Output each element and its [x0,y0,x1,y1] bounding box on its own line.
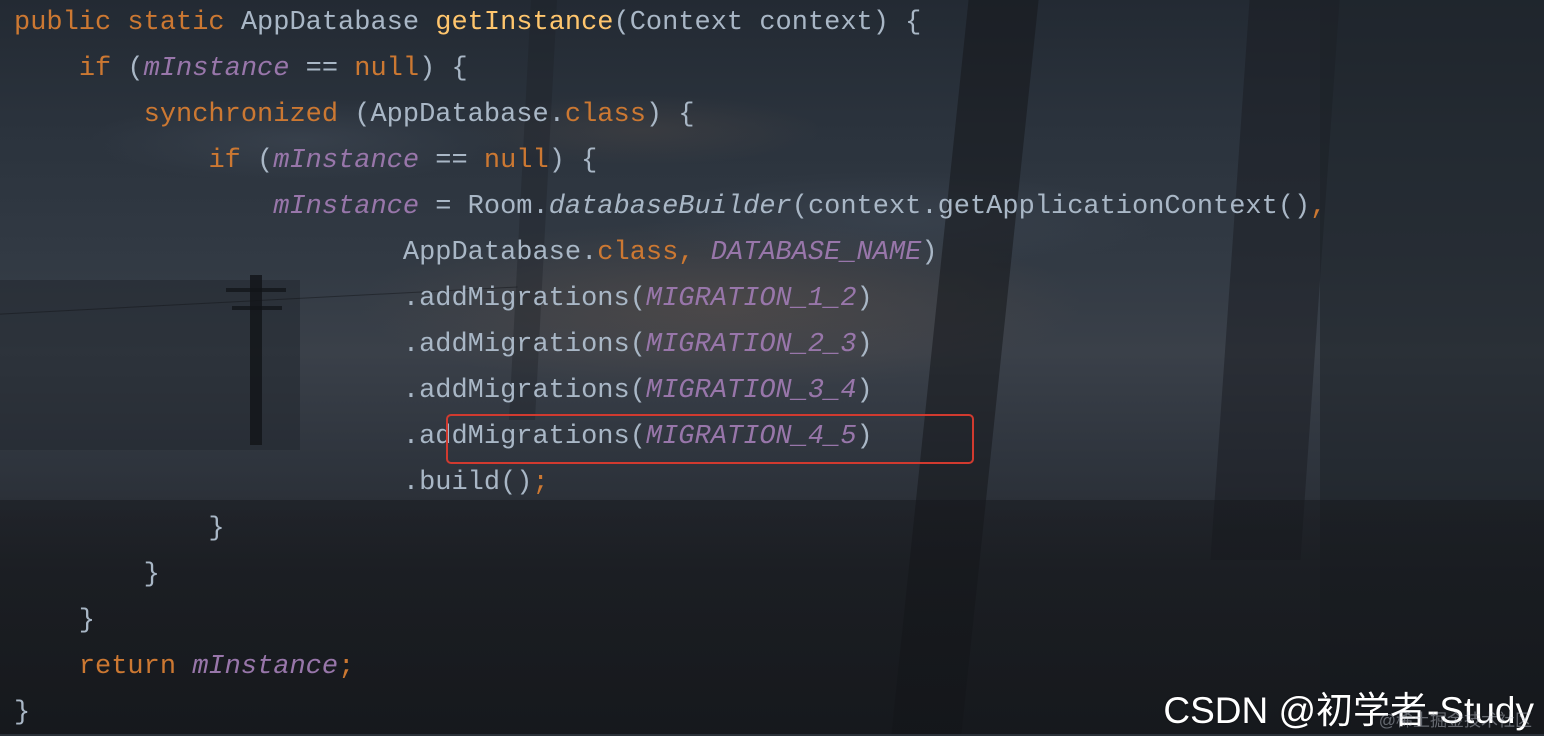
code-token: DATABASE_NAME [710,238,922,268]
code-token: MIGRATION_2_3 [645,330,857,360]
code-token: if [78,54,128,84]
code-token: ) { [548,146,598,176]
code-token: ) { [419,54,468,84]
code-token: getInstance [435,8,614,38]
code-token: (AppDatabase. [354,100,565,130]
code-token: if [208,146,258,176]
juejin-watermark: @稀土掘金技术社区 [1378,711,1532,730]
code-token: .addMigrations( [14,284,646,314]
code-token: } [14,514,225,544]
code-line: } [14,552,1326,598]
code-line: return mInstance; [14,644,1326,690]
code-token: } [14,606,96,636]
code-token: == [419,146,484,176]
highlight-box [446,414,974,464]
code-token: AppDatabase [240,8,436,38]
code-token: mInstance [192,652,339,682]
code-line: } [14,690,1326,736]
code-editor[interactable]: public static AppDatabase getInstance(Co… [14,0,1326,736]
code-line: .addMigrations(MIGRATION_3_4) [14,368,1326,414]
code-token: null [354,54,420,84]
code-token: ) [856,284,873,314]
code-line: if (mInstance == null) { [14,138,1326,184]
code-token: ) [921,238,938,268]
code-token: ; [338,652,355,682]
code-token: = Room. [419,192,549,222]
code-token: (context.getApplicationContext() [791,192,1311,222]
code-token: .build() [14,468,533,498]
code-token: } [14,698,31,728]
code-line: } [14,598,1326,644]
code-token: ; [532,468,549,498]
code-token: ( [257,146,274,176]
code-line: synchronized (AppDatabase.class) { [14,92,1326,138]
code-token: class [564,100,646,130]
code-token: } [14,560,160,590]
code-token: AppDatabase. [14,238,598,268]
code-line: mInstance = Room.databaseBuilder(context… [14,184,1326,230]
code-token: .addMigrations( [14,376,646,406]
code-line: } [14,506,1326,552]
code-token: MIGRATION_3_4 [645,376,857,406]
code-token: null [483,146,549,176]
code-token: public static [14,8,241,38]
code-token: mInstance [143,54,290,84]
code-token: == [289,54,355,84]
code-token: class, [597,238,711,268]
code-line: AppDatabase.class, DATABASE_NAME) [14,230,1326,276]
code-line: if (mInstance == null) { [14,46,1326,92]
code-token: .addMigrations( [14,330,646,360]
code-token: databaseBuilder [548,192,792,222]
code-token: ) [856,330,873,360]
code-token: synchronized [143,100,355,130]
code-token: return [78,652,193,682]
code-token: mInstance [273,192,420,222]
code-token: , [1310,192,1327,222]
code-token: mInstance [273,146,420,176]
code-token: ) [856,376,873,406]
code-line: public static AppDatabase getInstance(Co… [14,0,1326,46]
code-token: ) { [645,100,695,130]
code-line: .addMigrations(MIGRATION_2_3) [14,322,1326,368]
code-token: ( [127,54,144,84]
code-token: (Context context) { [613,8,922,38]
code-line: .addMigrations(MIGRATION_1_2) [14,276,1326,322]
code-token: MIGRATION_1_2 [645,284,857,314]
code-line: .build(); [14,460,1326,506]
